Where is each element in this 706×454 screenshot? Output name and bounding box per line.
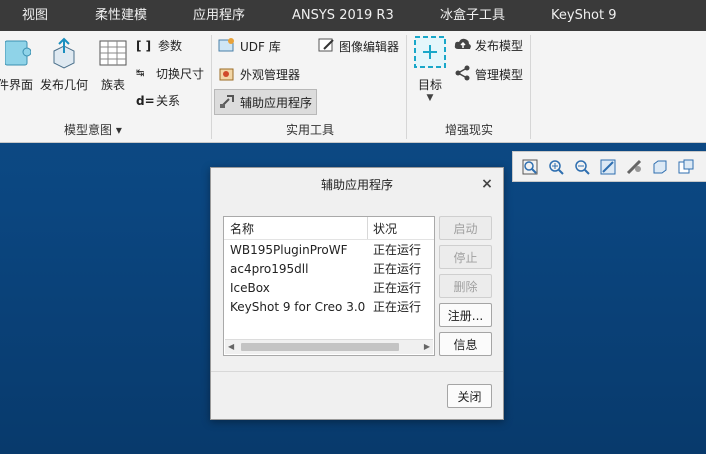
ribbon: 件界面 发布几何 族表 [ ] 参数 ↹ 切换尺寸 d= 关系 模型意图 ▾ U… bbox=[0, 31, 706, 143]
publish-geometry-icon bbox=[48, 37, 80, 72]
auxiliary-apps-button[interactable]: 辅助应用程序 bbox=[214, 89, 318, 115]
start-button[interactable]: 启动 bbox=[439, 216, 492, 240]
chevron-down-icon: ▼ bbox=[426, 93, 434, 103]
parameters-label: 参数 bbox=[158, 39, 183, 53]
auxiliary-applications-dialog: 辅助应用程序 × 名称 状况 WB195PluginProWF 正在运行 ac4… bbox=[210, 167, 504, 420]
group-divider bbox=[406, 35, 407, 139]
image-editor-button[interactable]: 图像编辑器 bbox=[318, 37, 399, 56]
image-editor-label: 图像编辑器 bbox=[339, 40, 400, 54]
auxiliary-apps-label: 辅助应用程序 bbox=[240, 95, 313, 110]
scroll-left-icon[interactable]: ◀ bbox=[228, 340, 234, 354]
column-divider bbox=[367, 217, 368, 239]
close-icon[interactable]: × bbox=[479, 176, 495, 192]
appearance-manager-button[interactable]: 外观管理器 bbox=[218, 65, 300, 84]
register-button[interactable]: 注册... bbox=[439, 303, 492, 327]
group-divider bbox=[530, 35, 531, 139]
zoom-out-icon[interactable] bbox=[569, 155, 595, 179]
group-divider bbox=[211, 35, 212, 139]
parameters-icon: [ ] bbox=[136, 38, 152, 53]
tab-flexible-modeling[interactable]: 柔性建模 bbox=[95, 0, 147, 31]
refit-icon[interactable] bbox=[517, 155, 543, 179]
manage-model-label: 管理模型 bbox=[475, 68, 524, 82]
share-icon bbox=[454, 65, 472, 84]
utilities-group-label: 实用工具 bbox=[286, 123, 335, 137]
appearance-manager-icon bbox=[218, 65, 236, 84]
saved-orientations-icon[interactable] bbox=[647, 155, 673, 179]
udf-library-label: UDF 库 bbox=[240, 40, 281, 54]
info-button[interactable]: 信息 bbox=[439, 332, 492, 356]
app-status: 正在运行 bbox=[373, 243, 422, 257]
relations-icon: d= bbox=[136, 93, 155, 108]
family-table-label: 族表 bbox=[100, 78, 125, 92]
app-status: 正在运行 bbox=[373, 281, 422, 295]
switch-dimensions-button[interactable]: ↹ 切换尺寸 bbox=[136, 65, 204, 82]
scrollbar-thumb[interactable] bbox=[241, 343, 399, 351]
app-name: IceBox bbox=[230, 281, 270, 295]
appearance-manager-label: 外观管理器 bbox=[240, 68, 301, 82]
partial-interface-button[interactable]: 件界面 bbox=[0, 37, 36, 93]
partial-interface-label: 件界面 bbox=[0, 78, 33, 92]
app-status: 正在运行 bbox=[373, 262, 422, 276]
scroll-right-icon[interactable]: ▶ bbox=[424, 340, 430, 354]
app-status: 正在运行 bbox=[373, 300, 422, 314]
tab-icebox-tools[interactable]: 冰盒子工具 bbox=[440, 0, 505, 31]
app-name: KeyShot 9 for Creo 3.0 bbox=[230, 300, 366, 314]
delete-button[interactable]: 删除 bbox=[439, 274, 492, 298]
target-icon bbox=[413, 35, 447, 72]
tab-applications[interactable]: 应用程序 bbox=[193, 0, 245, 31]
stop-button[interactable]: 停止 bbox=[439, 245, 492, 269]
udf-library-button[interactable]: UDF 库 bbox=[218, 37, 281, 56]
header-divider bbox=[224, 239, 434, 240]
auxiliary-apps-icon bbox=[219, 93, 237, 112]
horizontal-scrollbar[interactable]: ◀ ▶ bbox=[225, 339, 433, 354]
image-editor-icon bbox=[318, 37, 336, 56]
target-label: 目标 bbox=[417, 78, 442, 92]
menu-bar: 视图 柔性建模 应用程序 ANSYS 2019 R3 冰盒子工具 KeyShot… bbox=[0, 0, 706, 31]
app-name: ac4pro195dll bbox=[230, 262, 309, 276]
column-header-status[interactable]: 状况 bbox=[373, 221, 397, 237]
view-manager-icon[interactable] bbox=[673, 155, 699, 179]
publish-model-label: 发布模型 bbox=[475, 39, 524, 53]
app-name: WB195PluginProWF bbox=[230, 243, 348, 257]
footer-divider bbox=[211, 371, 503, 372]
relations-button[interactable]: d= 关系 bbox=[136, 92, 180, 109]
augmented-reality-group-label: 增强现实 bbox=[445, 123, 494, 137]
tab-keyshot[interactable]: KeyShot 9 bbox=[551, 0, 617, 31]
family-table-icon bbox=[98, 37, 128, 72]
tab-view[interactable]: 视图 bbox=[22, 0, 48, 31]
column-header-name[interactable]: 名称 bbox=[230, 221, 254, 237]
applications-list[interactable]: 名称 状况 WB195PluginProWF 正在运行 ac4pro195dll… bbox=[223, 216, 435, 356]
switch-dimensions-icon: ↹ bbox=[136, 68, 145, 79]
model-intent-group-label[interactable]: 模型意图 ▾ bbox=[64, 121, 122, 139]
graphics-toolbar bbox=[512, 151, 706, 182]
repaint-icon[interactable] bbox=[595, 155, 621, 179]
tab-ansys[interactable]: ANSYS 2019 R3 bbox=[292, 0, 394, 31]
puzzle-icon bbox=[4, 37, 32, 72]
display-style-icon[interactable] bbox=[621, 155, 647, 179]
family-table-button[interactable]: 族表 bbox=[96, 37, 130, 93]
switch-dimensions-label: 切换尺寸 bbox=[156, 67, 205, 81]
relations-label: 关系 bbox=[156, 94, 181, 108]
publish-model-button[interactable]: 发布模型 bbox=[454, 37, 523, 54]
close-button[interactable]: 关闭 bbox=[447, 384, 492, 408]
publish-geometry-label: 发布几何 bbox=[40, 78, 89, 92]
target-button[interactable]: 目标 ▼ bbox=[412, 35, 448, 103]
parameters-button[interactable]: [ ] 参数 bbox=[136, 37, 182, 54]
udf-library-icon bbox=[218, 37, 236, 56]
dialog-title: 辅助应用程序 bbox=[320, 178, 393, 192]
publish-geometry-button[interactable]: 发布几何 bbox=[40, 37, 88, 93]
manage-model-button[interactable]: 管理模型 bbox=[454, 65, 523, 84]
cloud-upload-icon bbox=[454, 37, 472, 54]
zoom-in-icon[interactable] bbox=[543, 155, 569, 179]
